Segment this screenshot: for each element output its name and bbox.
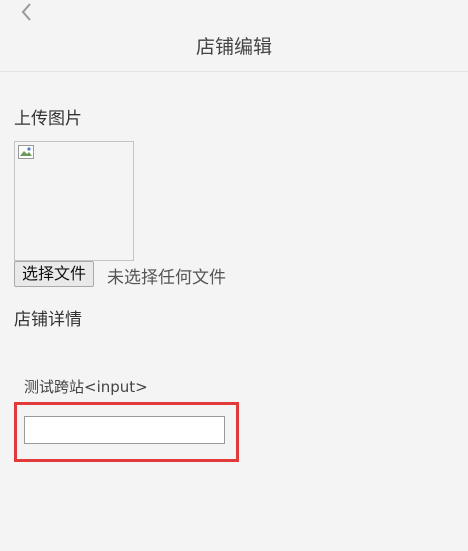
file-status-text: 未选择任何文件 [107, 268, 226, 288]
header-bar: 店铺编辑 [0, 0, 468, 72]
page-title: 店铺编辑 [195, 36, 272, 58]
back-button[interactable] [14, 0, 42, 24]
upload-image-label: 上传图片 [14, 109, 82, 129]
chevron-left-icon [21, 3, 31, 21]
test-field-label: 测试跨站<input> [24, 378, 148, 396]
choose-file-button[interactable]: 选择文件 [14, 261, 95, 287]
test-input-field[interactable] [24, 416, 225, 444]
image-preview [14, 141, 134, 261]
broken-image-icon [18, 145, 34, 159]
shop-details-label: 店铺详情 [14, 310, 82, 330]
